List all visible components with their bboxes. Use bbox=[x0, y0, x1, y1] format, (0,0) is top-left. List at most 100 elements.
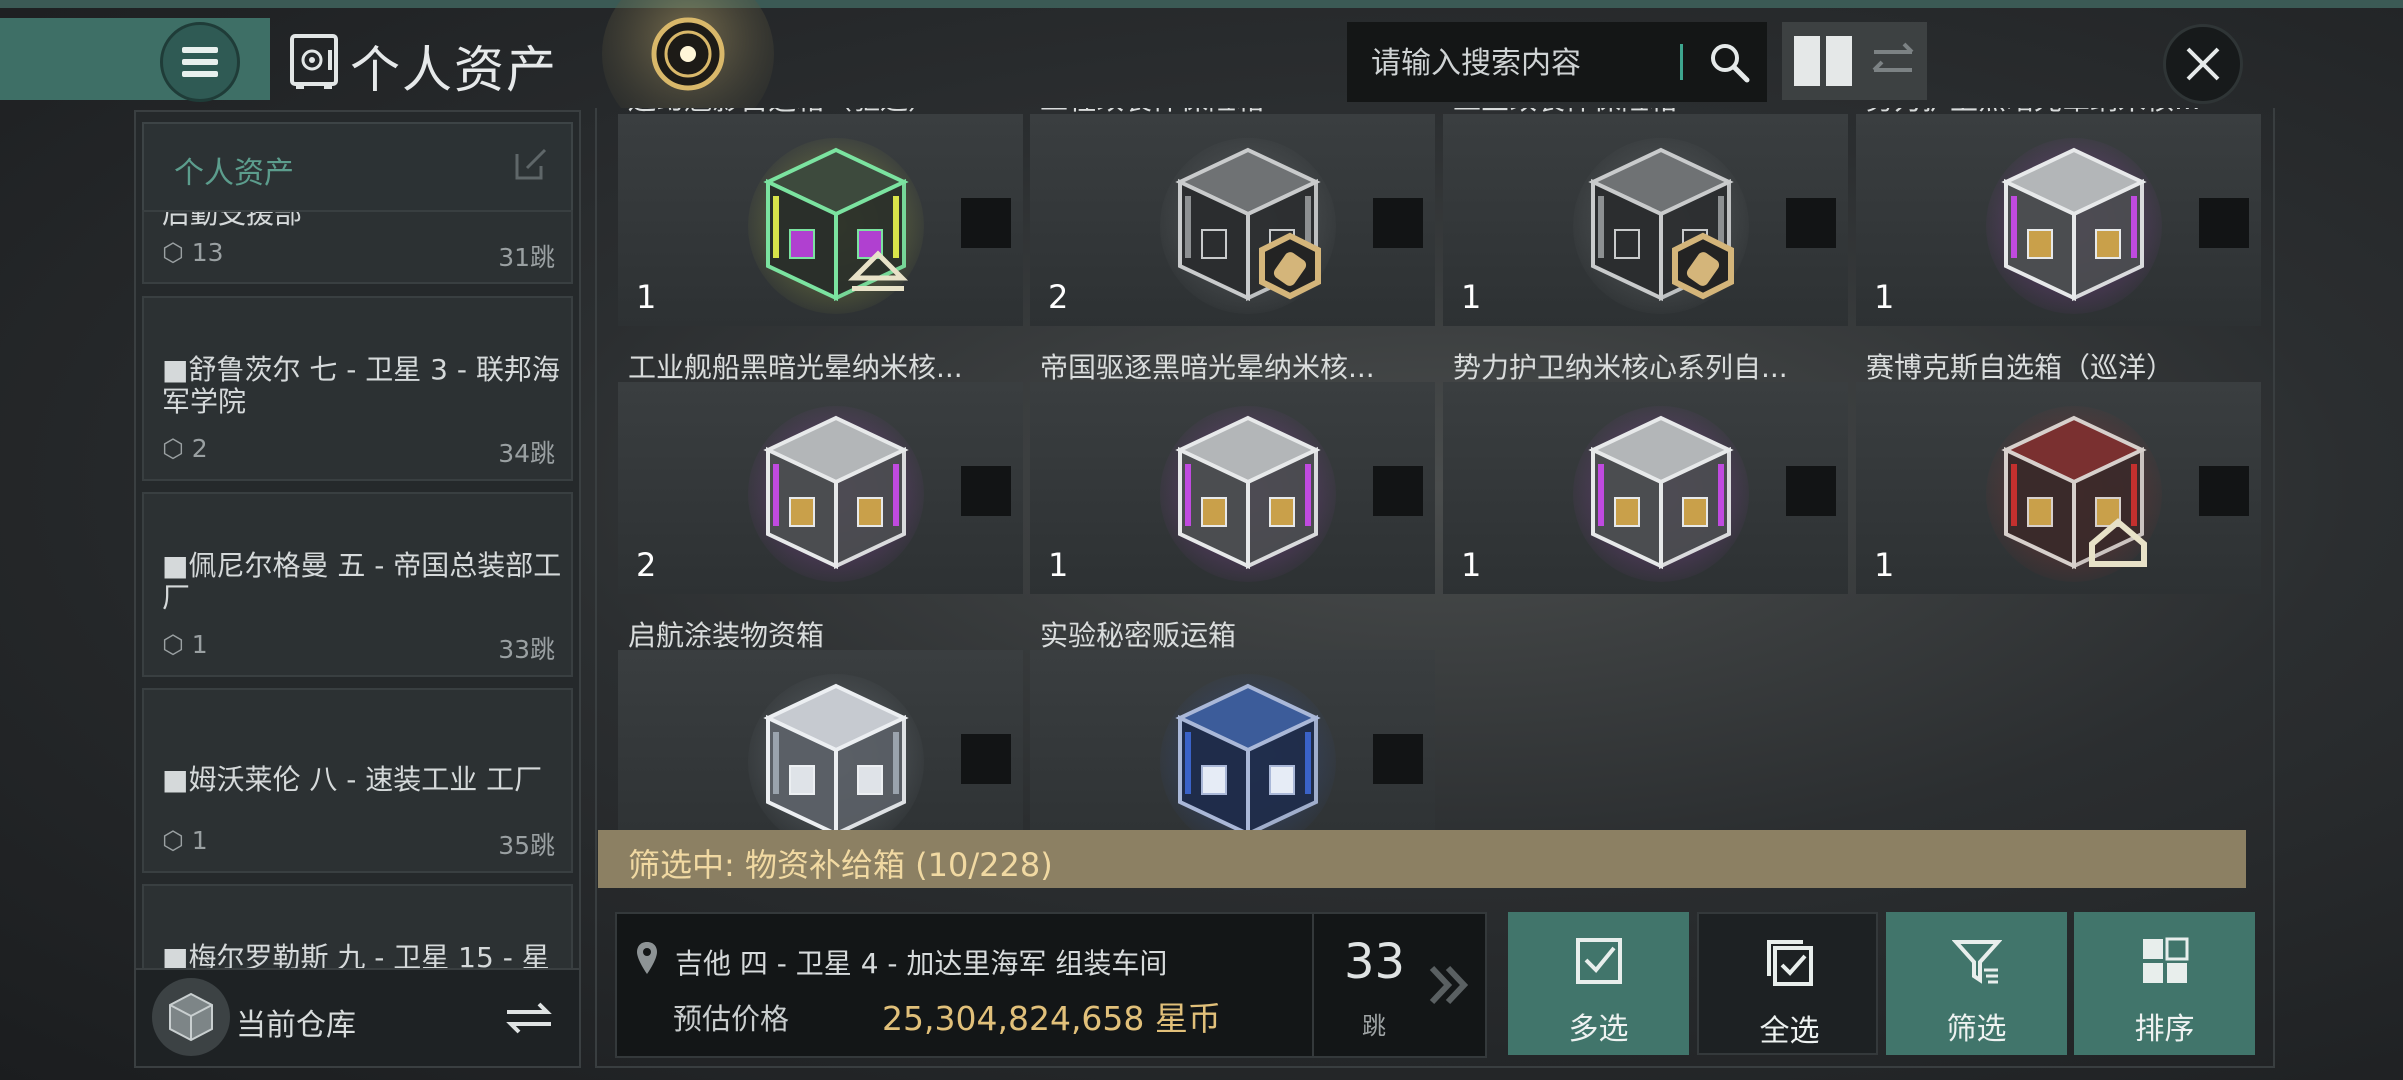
item-name: 势力护卫黑暗光晕纳米核... bbox=[1866, 108, 2201, 118]
cube-icon: ⬡ bbox=[162, 238, 184, 267]
cube-icon bbox=[169, 992, 213, 1042]
item-name: 实验秘密贩运箱 bbox=[1040, 619, 1237, 652]
item-card-bg: 1 bbox=[1030, 382, 1435, 594]
crate-steel-icon bbox=[1158, 126, 1338, 316]
item-quantity: 2 bbox=[1048, 278, 1069, 316]
search-box[interactable] bbox=[1347, 22, 1767, 102]
item-card[interactable]: 2 工程改装件保险箱 bbox=[1030, 108, 1435, 340]
location-name-text: 舒鲁茨尔 七 - 卫星 3 - 联邦海军学院 bbox=[162, 353, 560, 418]
item-card[interactable]: 1 势力护卫纳米核心系列自... bbox=[1443, 346, 1848, 608]
location-pin-icon bbox=[637, 942, 657, 974]
item-checkbox[interactable] bbox=[1373, 734, 1423, 784]
item-card[interactable]: 1 势力护卫黑暗光晕纳米核... bbox=[1856, 108, 2261, 340]
current-warehouse-button[interactable]: 当前仓库 bbox=[134, 968, 581, 1068]
item-card[interactable]: 1 迷幻魅影自选箱（驱逐） bbox=[618, 108, 1023, 340]
item-count-value: 1 bbox=[191, 630, 208, 659]
canister-badge-icon bbox=[1672, 232, 1734, 300]
location-jumps: 33跳 bbox=[498, 635, 555, 664]
item-quantity: 1 bbox=[1874, 278, 1895, 316]
menu-button[interactable] bbox=[160, 22, 240, 102]
item-count-value: 13 bbox=[191, 238, 224, 267]
item-card[interactable]: 启航涂装物资箱 bbox=[618, 614, 1023, 830]
current-location: 吉他 四 - 卫星 4 - 加达里海军 组装车间 bbox=[675, 947, 1168, 980]
search-icon[interactable] bbox=[1707, 40, 1753, 86]
item-checkbox[interactable] bbox=[1786, 198, 1836, 248]
item-name: 工业舰船黑暗光晕纳米核... bbox=[628, 351, 963, 384]
sidebar-title: 个人资产 bbox=[174, 156, 294, 191]
location-name: 后勤支援部 bbox=[162, 210, 303, 230]
select-all-icon bbox=[1767, 940, 1813, 986]
item-card-bg: 1 bbox=[1443, 114, 1848, 326]
item-card-bg: 1 bbox=[618, 114, 1023, 326]
item-card[interactable]: 1 帝国驱逐黑暗光晕纳米核... bbox=[1030, 346, 1435, 608]
edit-icon[interactable] bbox=[513, 146, 549, 182]
filter-status-text: 筛选中: 物资补给箱 (10/228) bbox=[628, 846, 1053, 884]
location-sidebar[interactable]: 个人资产 后勤支援部 ⬡ 13 31跳 ■舒鲁茨尔 七 - 卫星 3 - 联邦海… bbox=[134, 110, 581, 982]
item-checkbox[interactable] bbox=[961, 466, 1011, 516]
menu-icon-line bbox=[182, 59, 218, 65]
item-name: 帝国驱逐黑暗光晕纳米核... bbox=[1040, 351, 1375, 384]
item-checkbox[interactable] bbox=[961, 734, 1011, 784]
location-price-panel[interactable]: 吉他 四 - 卫星 4 - 加达里海军 组装车间 预估价格 25,304,824… bbox=[615, 912, 1487, 1058]
location-jumps: 31跳 bbox=[498, 243, 555, 272]
item-quantity: 1 bbox=[1461, 546, 1482, 584]
item-count-value: 1 bbox=[191, 826, 208, 855]
sidebar-location-item[interactable]: ■佩尼尔格曼 五 - 帝国总装部工厂 ⬡ 1 33跳 bbox=[142, 492, 573, 677]
filter-status-bar: 筛选中: 物资补给箱 (10/228) bbox=[598, 830, 2246, 888]
sidebar-location-item[interactable]: ■姆沃莱伦 八 - 速装工业 工厂 ⬡ 1 35跳 bbox=[142, 688, 573, 873]
item-name: 赛博克斯自选箱（巡洋） bbox=[1866, 351, 2175, 384]
sort-label: 排序 bbox=[2134, 1012, 2195, 1047]
item-checkbox[interactable] bbox=[1373, 198, 1423, 248]
item-count: ⬡ 1 bbox=[162, 826, 208, 855]
select-all-button[interactable]: 全选 bbox=[1697, 912, 1878, 1055]
item-checkbox[interactable] bbox=[2199, 466, 2249, 516]
item-quantity: 1 bbox=[636, 278, 657, 316]
item-card[interactable]: 实验秘密贩运箱 bbox=[1030, 614, 1435, 830]
item-card[interactable]: 1 赛博克斯自选箱（巡洋） bbox=[1856, 346, 2261, 608]
item-quantity: 1 bbox=[1461, 278, 1482, 316]
location-name: ■姆沃莱伦 八 - 速装工业 工厂 bbox=[162, 764, 562, 796]
jumps-count: 33 bbox=[1344, 934, 1406, 990]
sidebar-location-item[interactable]: ■舒鲁茨尔 七 - 卫星 3 - 联邦海军学院 ⬡ 2 34跳 bbox=[142, 296, 573, 481]
view-toggle[interactable] bbox=[1782, 22, 1927, 100]
item-name: 工业改装件保险箱 bbox=[1453, 108, 1677, 118]
safe-icon bbox=[290, 34, 338, 89]
location-marker: ■ bbox=[162, 353, 189, 386]
item-card-bg bbox=[618, 650, 1023, 830]
select-all-label: 全选 bbox=[1759, 1014, 1820, 1049]
search-input[interactable] bbox=[1369, 40, 1703, 86]
item-quantity: 2 bbox=[636, 546, 657, 584]
close-button[interactable] bbox=[2163, 24, 2243, 104]
item-card[interactable]: 1 工业改装件保险箱 bbox=[1443, 108, 1848, 340]
item-checkbox[interactable] bbox=[2199, 198, 2249, 248]
top-accent-line bbox=[0, 0, 2403, 8]
item-count-value: 2 bbox=[191, 434, 208, 463]
jumps-unit: 跳 bbox=[1362, 1012, 1386, 1040]
location-jumps: 35跳 bbox=[498, 831, 555, 860]
crate-silver-icon bbox=[746, 662, 926, 830]
item-card[interactable]: 2 工业舰船黑暗光晕纳米核... bbox=[618, 346, 1023, 608]
item-checkbox[interactable] bbox=[1786, 466, 1836, 516]
sidebar-location-item[interactable]: 后勤支援部 ⬡ 13 31跳 bbox=[142, 210, 573, 284]
swap-icon[interactable] bbox=[501, 998, 557, 1038]
item-card-bg: 1 bbox=[1443, 382, 1848, 594]
filter-icon bbox=[1952, 940, 2002, 984]
location-marker: ■ bbox=[162, 549, 189, 582]
item-checkbox[interactable] bbox=[1373, 466, 1423, 516]
route-jumps-button[interactable]: 33 跳 bbox=[1312, 914, 1485, 1056]
multi-select-button[interactable]: 多选 bbox=[1508, 912, 1689, 1055]
price-value: 25,304,824,658 星币 bbox=[882, 999, 1221, 1038]
radar-orb-icon[interactable] bbox=[600, 0, 776, 108]
price-label: 预估价格 bbox=[673, 1002, 790, 1036]
location-name: ■佩尼尔格曼 五 - 帝国总装部工厂 bbox=[162, 550, 562, 614]
inventory-grid[interactable]: 1 迷幻魅影自选箱（驱逐） 2 工程改装件保险箱 bbox=[600, 108, 2275, 830]
double-chevron-right-icon bbox=[1429, 965, 1469, 1005]
item-checkbox[interactable] bbox=[961, 198, 1011, 248]
filter-button[interactable]: 筛选 bbox=[1886, 912, 2067, 1055]
multi-select-icon bbox=[1576, 938, 1622, 984]
item-name: 势力护卫纳米核心系列自... bbox=[1453, 351, 1788, 384]
item-card-bg bbox=[1030, 650, 1435, 830]
warehouse-label: 当前仓库 bbox=[236, 1008, 356, 1043]
sort-button[interactable]: 排序 bbox=[2074, 912, 2255, 1055]
cube-icon: ⬡ bbox=[162, 630, 184, 659]
